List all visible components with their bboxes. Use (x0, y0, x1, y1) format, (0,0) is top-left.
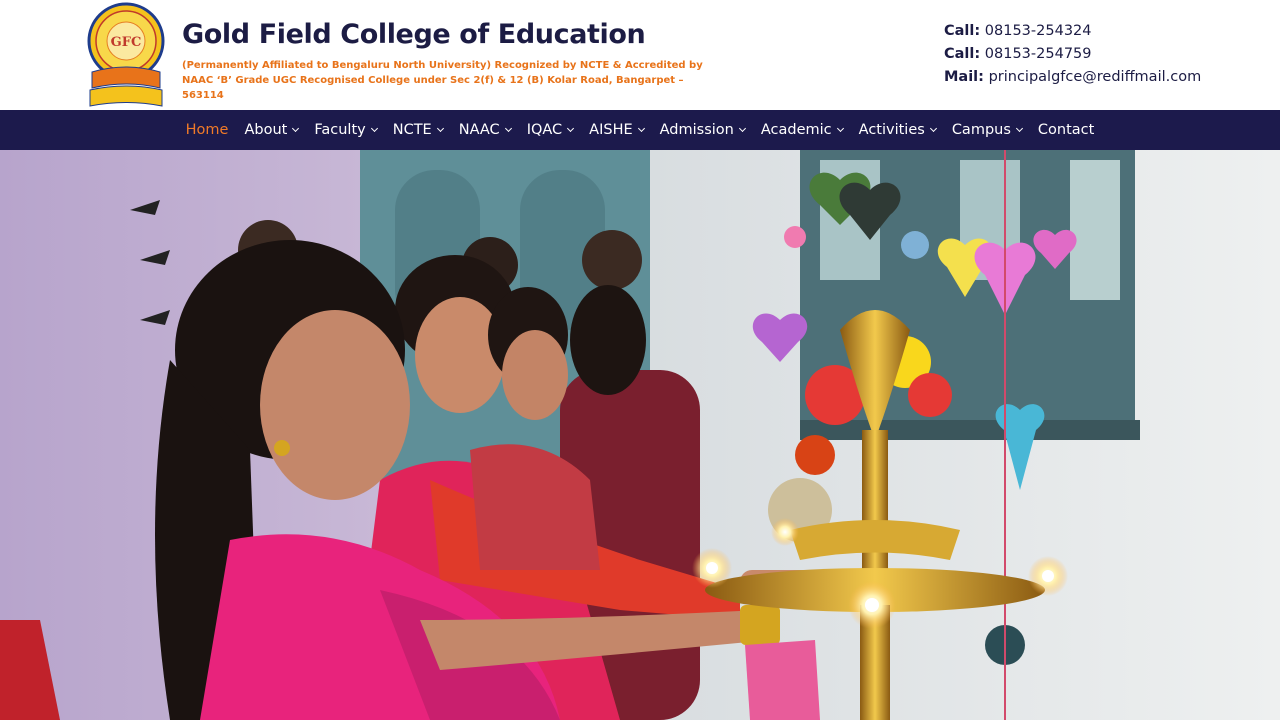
nav-item-label: Home (185, 122, 229, 138)
main-nav: Home About Faculty NCTE NAAC IQAC AISHE … (0, 110, 1280, 150)
chevron-down-icon (836, 124, 844, 133)
nav-item-label: Activities (858, 122, 925, 138)
nav-item-naac[interactable]: NAAC (451, 122, 519, 138)
nav-item-ncte[interactable]: NCTE (385, 122, 451, 138)
phone-label: Call: (944, 23, 981, 39)
mail-address-link[interactable]: principalgfce@rediffmail.com (989, 69, 1202, 85)
nav-item-activities[interactable]: Activities (851, 122, 944, 138)
phone-label: Call: (944, 46, 981, 62)
nav-item-home[interactable]: Home (178, 122, 237, 138)
chevron-down-icon (1015, 124, 1023, 133)
nav-item-campus[interactable]: Campus (944, 122, 1030, 138)
nav-item-label: Contact (1037, 122, 1095, 138)
nav-item-admission[interactable]: Admission (652, 122, 753, 138)
nav-item-label: IQAC (526, 122, 563, 138)
hero-banner-image (0, 150, 1280, 720)
mail-line: Mail: principalgfce@rediffmail.com (944, 66, 1201, 89)
nav-item-label: Academic (760, 122, 832, 138)
subtitle-line-2: NAAC ‘B’ Grade UGC Recognised College un… (182, 75, 684, 101)
nav-item-label: AISHE (589, 122, 633, 138)
chevron-down-icon (567, 124, 575, 133)
nav-item-label: Faculty (314, 122, 366, 138)
nav-item-academic[interactable]: Academic (753, 122, 851, 138)
nav-item-label: About (244, 122, 288, 138)
phone-number-2[interactable]: 08153-254759 (985, 46, 1092, 62)
chevron-down-icon (929, 124, 937, 133)
nav-item-iqac[interactable]: IQAC (519, 122, 581, 138)
nav-item-faculty[interactable]: Faculty (306, 122, 384, 138)
phone-line-2: Call: 08153-254759 (944, 43, 1201, 66)
nav-item-label: NCTE (392, 122, 432, 138)
college-logo[interactable]: GFC (86, 2, 166, 108)
chevron-down-icon (504, 124, 512, 133)
nav-item-label: Admission (659, 122, 734, 138)
subtitle-line-1: (Permanently Affiliated to Bengaluru Nor… (182, 60, 703, 71)
chevron-down-icon (370, 124, 378, 133)
site-title[interactable]: Gold Field College of Education (182, 19, 646, 50)
chevron-down-icon (292, 124, 300, 133)
site-subtitle: (Permanently Affiliated to Bengaluru Nor… (182, 58, 722, 103)
nav-item-about[interactable]: About (236, 122, 306, 138)
chevron-down-icon (637, 124, 645, 133)
nav-item-contact[interactable]: Contact (1030, 122, 1102, 138)
phone-line-1: Call: 08153-254324 (944, 20, 1201, 43)
chevron-down-icon (738, 124, 746, 133)
nav-item-label: Campus (951, 122, 1011, 138)
contact-block: Call: 08153-254324 Call: 08153-254759 Ma… (944, 20, 1201, 89)
nav-item-aishe[interactable]: AISHE (581, 122, 651, 138)
nav-item-label: NAAC (458, 122, 500, 138)
mail-label: Mail: (944, 69, 984, 85)
site-header: GFC Gold Field College of Education (Per… (0, 0, 1280, 110)
logo-monogram: GFC (111, 35, 142, 50)
phone-number-1[interactable]: 08153-254324 (985, 23, 1092, 39)
chevron-down-icon (436, 124, 444, 133)
